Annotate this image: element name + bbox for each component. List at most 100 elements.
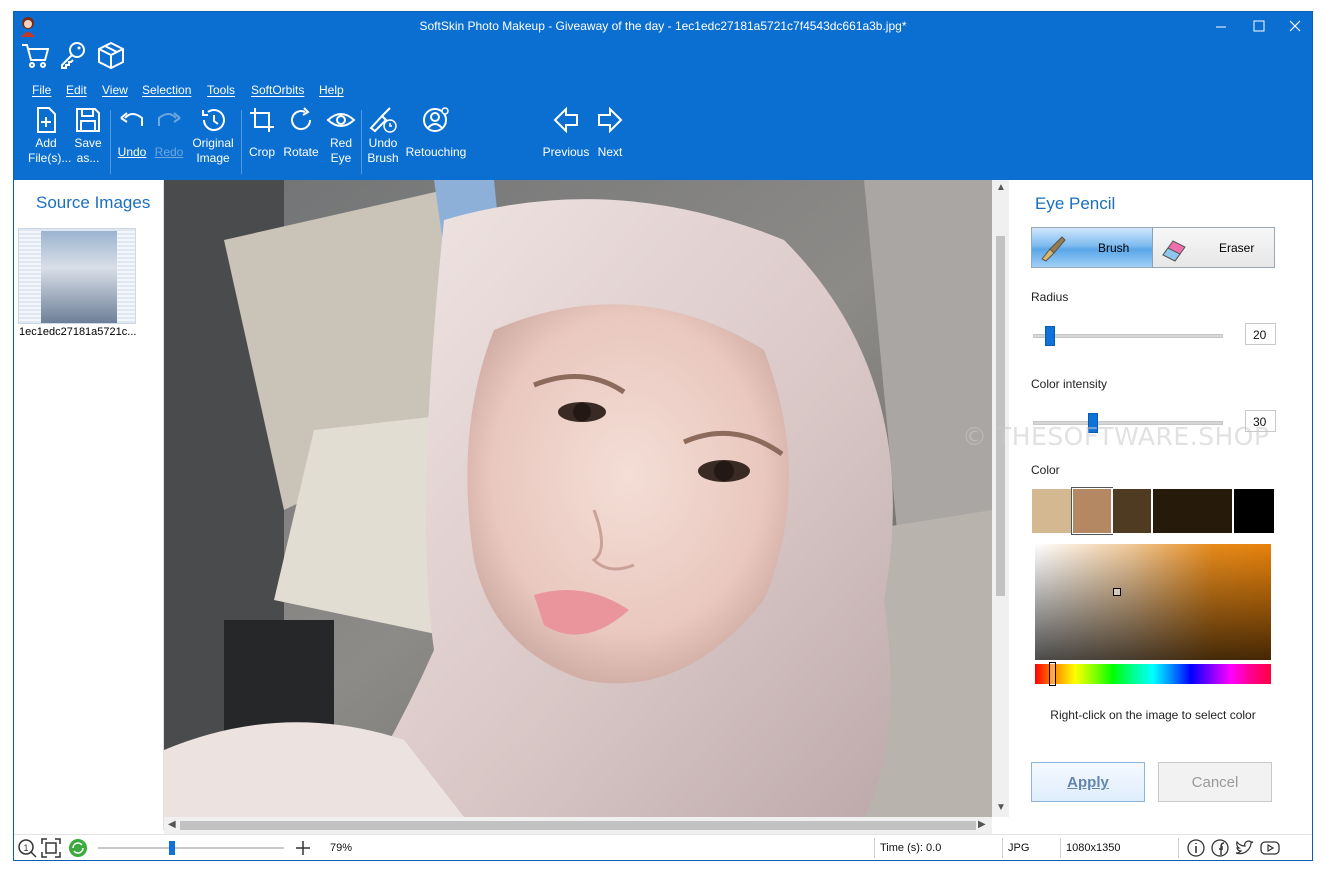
- horizontal-scroll-thumb[interactable]: [180, 821, 976, 830]
- brush-clock-icon: [369, 107, 397, 133]
- brush-button[interactable]: Brush: [1032, 228, 1153, 267]
- tool-title: Eye Pencil: [1035, 194, 1116, 213]
- save-as-label: Save as...: [74, 136, 102, 165]
- radius-value[interactable]: 20: [1245, 323, 1276, 345]
- photo-preview: [164, 180, 992, 817]
- menu-selection[interactable]: Selection: [142, 83, 191, 97]
- vertical-scrollbar[interactable]: ▲ ▼: [992, 180, 1009, 817]
- menu-file[interactable]: File: [32, 83, 51, 97]
- brush-icon: [1041, 236, 1066, 262]
- redo-button[interactable]: Redo: [152, 106, 186, 159]
- toolbar-separator: [361, 110, 362, 174]
- scroll-up-icon[interactable]: ▲: [996, 182, 1006, 193]
- color-swatch[interactable]: [1112, 488, 1152, 534]
- radius-slider[interactable]: [1033, 326, 1223, 346]
- rotate-label: Rotate: [283, 145, 319, 159]
- menu-view[interactable]: View: [102, 83, 128, 97]
- radius-slider-knob[interactable]: [1044, 326, 1055, 346]
- status-bar: 1 79% Time (s): 0.0 JPG 1080x1350: [14, 834, 1312, 860]
- retouching-label: Retouching: [405, 145, 467, 159]
- cart-icon[interactable]: [20, 40, 50, 70]
- minimize-icon[interactable]: [1206, 16, 1236, 36]
- svg-text:1: 1: [23, 843, 28, 853]
- status-separator: [1060, 838, 1061, 858]
- eraser-button[interactable]: Eraser: [1153, 228, 1274, 267]
- apply-button[interactable]: Apply: [1031, 762, 1145, 802]
- hue-slider-cursor[interactable]: [1049, 662, 1056, 686]
- scroll-left-icon[interactable]: ◀: [168, 819, 176, 830]
- source-thumbnail[interactable]: [18, 228, 136, 324]
- source-images-title: Source Images: [36, 193, 151, 212]
- info-icon[interactable]: [1186, 838, 1206, 858]
- scroll-down-icon[interactable]: ▼: [996, 802, 1006, 813]
- refresh-icon[interactable]: [68, 838, 88, 858]
- color-swatches: [1031, 487, 1275, 535]
- crop-button[interactable]: Crop: [246, 106, 278, 159]
- zoom-in-icon[interactable]: [293, 838, 313, 858]
- color-swatch[interactable]: [1031, 488, 1072, 534]
- twitter-icon[interactable]: [1234, 838, 1254, 858]
- title-and-ribbon: SoftSkin Photo Makeup - Giveaway of the …: [14, 12, 1312, 180]
- undo-label: Undo: [117, 145, 147, 159]
- zoom-slider[interactable]: [98, 841, 284, 855]
- brush-label: Brush: [1098, 241, 1130, 255]
- retouching-icon: [423, 107, 449, 132]
- menu-tools[interactable]: Tools: [207, 83, 235, 97]
- intensity-label: Color intensity: [1031, 377, 1108, 391]
- save-as-button[interactable]: Save as...: [72, 106, 104, 166]
- original-image-button[interactable]: Original Image: [190, 106, 236, 166]
- crop-label: Crop: [248, 145, 275, 159]
- vertical-scroll-thumb[interactable]: [996, 236, 1005, 596]
- cancel-button[interactable]: Cancel: [1158, 762, 1272, 802]
- crop-icon: [250, 108, 274, 132]
- toolbar: Add File(s)... Save as... Undo Redo Orig…: [14, 106, 1312, 180]
- app-window: SoftSkin Photo Makeup - Giveaway of the …: [13, 11, 1313, 861]
- save-icon: [76, 108, 100, 132]
- toolbar-separator: [241, 110, 242, 174]
- undo-icon: [120, 112, 143, 126]
- redo-icon: [158, 112, 181, 126]
- youtube-icon[interactable]: [1260, 838, 1280, 858]
- color-picker-cursor[interactable]: [1113, 588, 1121, 596]
- menu-help[interactable]: Help: [319, 83, 344, 97]
- undo-brush-button[interactable]: Undo Brush: [366, 106, 400, 166]
- thumbnail-label: 1ec1edc27181a5721c...: [19, 326, 137, 338]
- color-swatch-selected[interactable]: [1071, 487, 1113, 535]
- facebook-icon[interactable]: [1210, 838, 1230, 858]
- red-eye-button[interactable]: Red Eye: [324, 106, 358, 166]
- box-icon[interactable]: [96, 40, 126, 70]
- image-dimensions: 1080x1350: [1066, 842, 1121, 854]
- color-swatch[interactable]: [1233, 488, 1275, 534]
- menu-softorbits[interactable]: SoftOrbits: [251, 83, 304, 97]
- original-image-label: Original Image: [192, 136, 234, 165]
- time-readout: Time (s): 0.0: [880, 842, 942, 854]
- maximize-icon[interactable]: [1244, 16, 1274, 36]
- horizontal-scrollbar[interactable]: ◀ ▶: [164, 817, 992, 834]
- redo-label: Redo: [154, 145, 184, 159]
- thumbnail-image: [41, 231, 117, 323]
- scroll-right-icon[interactable]: ▶: [978, 819, 986, 830]
- undo-button[interactable]: Undo: [115, 106, 149, 159]
- previous-button[interactable]: Previous: [541, 106, 591, 159]
- hue-slider[interactable]: [1035, 662, 1271, 686]
- window-title: SoftSkin Photo Makeup - Giveaway of the …: [419, 19, 907, 33]
- previous-label: Previous: [542, 145, 590, 159]
- color-swatch[interactable]: [1152, 488, 1233, 534]
- next-label: Next: [597, 145, 623, 159]
- zoom-level: 79%: [330, 842, 353, 854]
- add-files-button[interactable]: Add File(s)...: [28, 106, 71, 166]
- color-picker-area[interactable]: [1035, 544, 1271, 660]
- undo-brush-label: Undo Brush: [367, 136, 399, 165]
- key-icon[interactable]: [58, 40, 88, 70]
- zoom-actual-icon[interactable]: 1: [17, 838, 37, 858]
- menu-edit[interactable]: Edit: [66, 83, 87, 97]
- retouching-button[interactable]: Retouching: [404, 106, 468, 159]
- status-separator: [1178, 838, 1179, 858]
- close-icon[interactable]: [1280, 16, 1310, 36]
- zoom-slider-knob[interactable]: [169, 841, 175, 855]
- fit-to-window-icon[interactable]: [41, 838, 61, 858]
- rotate-button[interactable]: Rotate: [281, 106, 321, 159]
- next-button[interactable]: Next: [594, 106, 626, 159]
- eye-icon: [326, 113, 356, 127]
- image-canvas[interactable]: [164, 180, 992, 817]
